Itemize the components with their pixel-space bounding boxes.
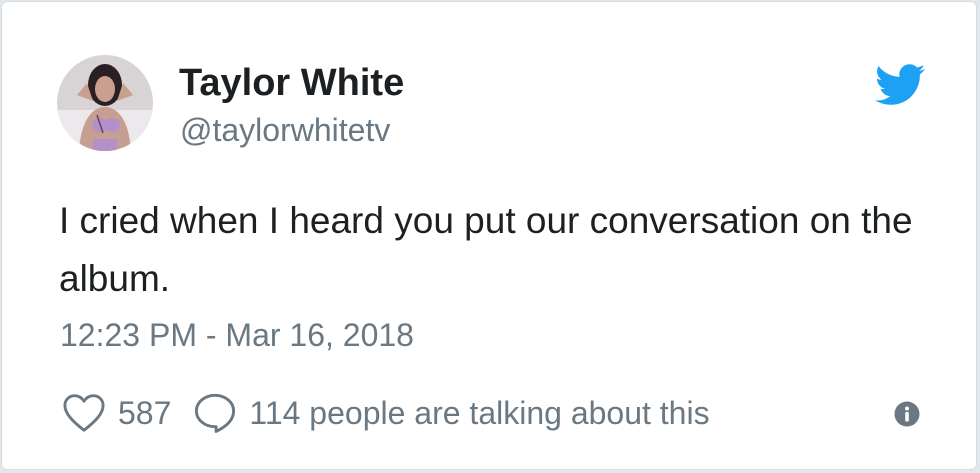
speech-bubble-icon [195,393,236,433]
tweet-timestamp[interactable]: 12:23 PM - Mar 16, 2018 [60,317,414,354]
conversation-text: 114 people are talking about this [249,394,710,431]
twitter-bird-icon[interactable] [875,64,925,106]
conversation-link[interactable]: 114 people are talking about this [193,392,710,434]
like-button[interactable]: 587 [62,393,193,433]
author-name[interactable]: Taylor White [179,62,404,105]
tweet-actions: 587 114 people are talking about this [62,390,710,436]
avatar-image [57,55,153,151]
heart-icon [63,394,105,432]
author-handle[interactable]: @taylorwhitetv [180,112,390,149]
info-icon[interactable] [894,401,920,427]
like-count: 587 [118,394,172,431]
avatar[interactable] [57,55,153,151]
tweet-card[interactable]: Taylor White @taylorwhitetv I cried when… [1,1,977,470]
tweet-text: I cried when I heard you put our convers… [59,200,913,299]
